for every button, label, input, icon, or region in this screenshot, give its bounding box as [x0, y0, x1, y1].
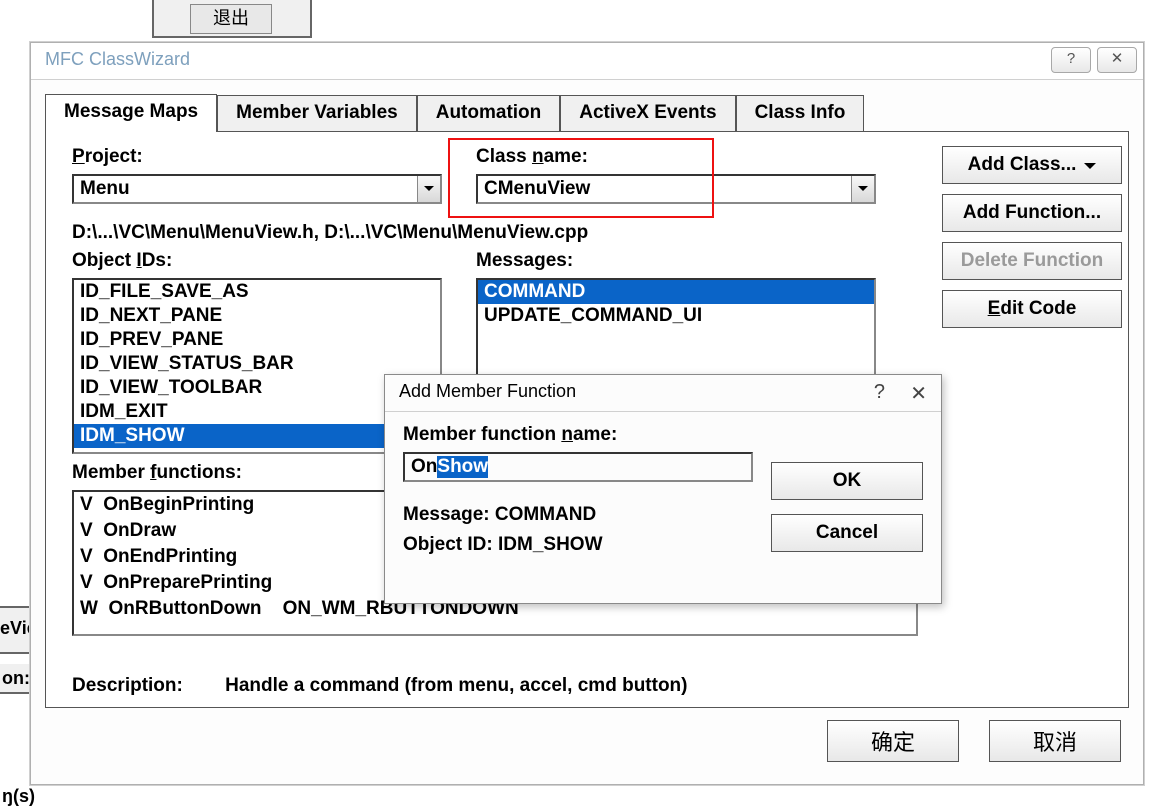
classname-combo[interactable]: CMenuView — [476, 174, 876, 204]
modal-close-button[interactable]: ✕ — [910, 381, 927, 406]
dialog-title: MFC ClassWizard — [45, 49, 190, 70]
list-item[interactable]: UPDATE_COMMAND_UI — [478, 304, 874, 328]
bg-exit-button[interactable]: 退出 — [190, 4, 272, 34]
chevron-down-icon[interactable] — [417, 176, 440, 202]
add-function-button[interactable]: Add Function... — [942, 194, 1122, 232]
list-item[interactable]: COMMAND — [478, 280, 874, 304]
chevron-down-icon[interactable] — [851, 176, 874, 202]
description-label: Description: — [72, 675, 183, 696]
list-item[interactable]: ID_NEXT_PANE — [74, 304, 440, 328]
chevron-down-icon — [1084, 163, 1096, 175]
list-item[interactable]: ID_PREV_PANE — [74, 328, 440, 352]
dialog-close-button[interactable]: ✕ — [1097, 47, 1137, 73]
tab-class-info[interactable]: Class Info — [736, 95, 865, 133]
modal-titlebar[interactable]: Add Member Function ? ✕ — [385, 375, 941, 412]
dialog-cancel-button[interactable]: 取消 — [989, 720, 1121, 762]
input-prefix: On — [411, 456, 437, 478]
description-value: Handle a command (from menu, accel, cmd … — [225, 675, 687, 696]
dialog-ok-button[interactable]: 确定 — [827, 720, 959, 762]
file-path-label: D:\...\VC\Menu\MenuView.h, D:\...\VC\Men… — [72, 222, 588, 244]
tab-automation[interactable]: Automation — [417, 95, 561, 133]
edit-code-button[interactable]: Edit Code — [942, 290, 1122, 328]
classname-combo-value: CMenuView — [478, 176, 851, 202]
member-function-name-input[interactable]: OnShow — [403, 452, 753, 482]
modal-cancel-button[interactable]: Cancel — [771, 514, 923, 552]
tab-member-variables[interactable]: Member Variables — [217, 95, 417, 133]
dialog-titlebar[interactable]: MFC ClassWizard ? ✕ — [31, 43, 1143, 80]
modal-ok-button[interactable]: OK — [771, 462, 923, 500]
list-item[interactable]: ID_VIEW_STATUS_BAR — [74, 352, 440, 376]
project-combo-value: Menu — [74, 176, 417, 202]
modal-title: Add Member Function — [399, 381, 576, 402]
modal-help-button[interactable]: ? — [874, 381, 885, 404]
delete-function-button[interactable]: Delete Function — [942, 242, 1122, 280]
tab-strip: Message Maps Member Variables Automation… — [45, 93, 1129, 131]
list-item[interactable]: ID_FILE_SAVE_AS — [74, 280, 440, 304]
input-selected: Show — [437, 456, 488, 478]
tab-message-maps[interactable]: Message Maps — [45, 94, 217, 132]
project-label: roject: — [85, 146, 143, 167]
add-member-function-dialog: Add Member Function ? ✕ Member function … — [384, 374, 942, 604]
bg-frag-ns: ŋ(s) — [2, 786, 35, 807]
bg-frag-on: on: — [2, 668, 30, 689]
tab-activex-events[interactable]: ActiveX Events — [560, 95, 735, 133]
project-combo[interactable]: Menu — [72, 174, 442, 204]
dialog-help-button[interactable]: ? — [1051, 47, 1091, 73]
add-class-button[interactable]: Add Class... — [942, 146, 1122, 184]
